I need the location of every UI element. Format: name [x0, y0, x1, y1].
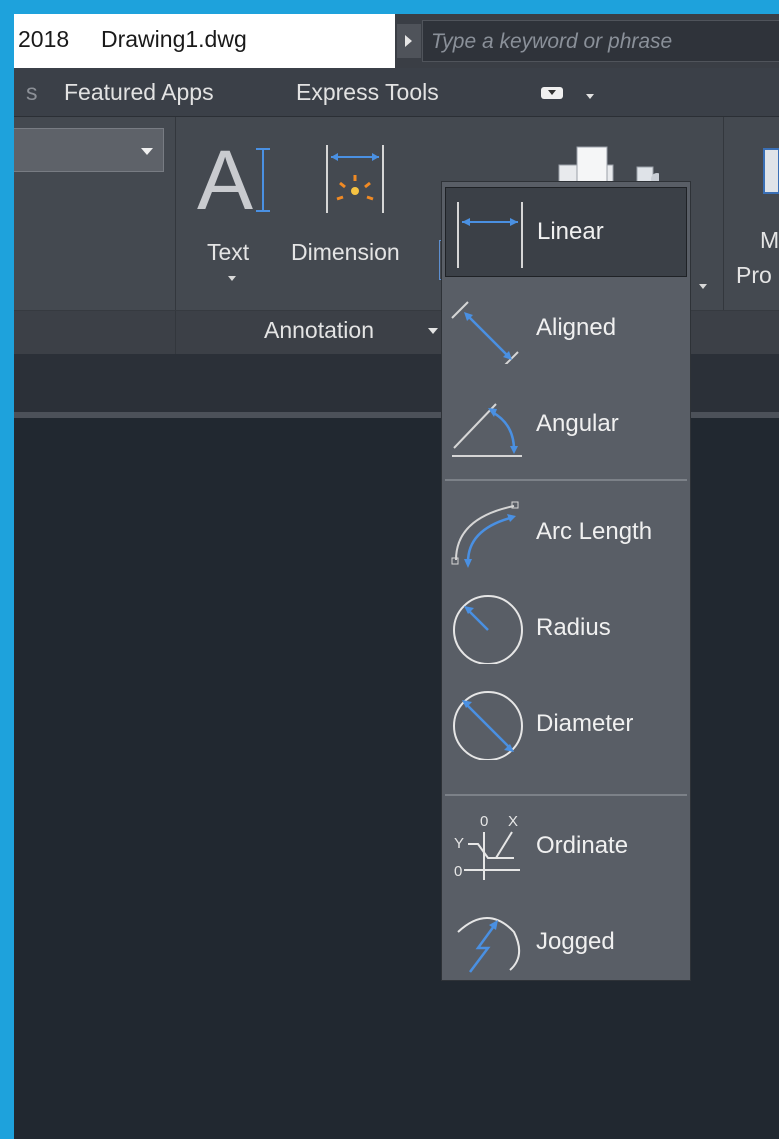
menu-item-label: Linear [537, 218, 604, 245]
menu-item-angular[interactable]: Angular [442, 378, 690, 470]
menu-item-radius[interactable]: Radius [442, 582, 690, 674]
menu-item-ordinate[interactable]: 0 X Y 0 Ordinate [442, 800, 690, 892]
menu-item-label: Jogged [536, 928, 615, 955]
menu-item-aligned[interactable]: Aligned [442, 282, 690, 374]
svg-text:A: A [197, 139, 253, 223]
menu-item-label: Aligned [536, 314, 617, 341]
ribbon-tab-bar: s Featured Apps Express Tools [14, 68, 779, 117]
dimension-dropdown-menu: Linear Aligned Angular Arc Length Radius… [441, 181, 691, 981]
menu-item-jogged[interactable]: Jogged [442, 896, 690, 988]
dimension-button[interactable]: Dimension [291, 239, 400, 266]
text-chevron-down-icon[interactable] [228, 276, 236, 281]
ordinate-x-letter: X [508, 813, 518, 830]
title-area: 2018 Drawing1.dwg [14, 14, 395, 68]
ordinate-y-letter: Y [454, 835, 464, 852]
diameter-dimension-icon [453, 691, 523, 760]
app-version: 2018 [18, 26, 70, 52]
menu-separator [445, 794, 687, 796]
dimension-tool-icon[interactable] [321, 141, 393, 221]
menu-item-label: Ordinate [536, 832, 629, 859]
menu-item-label: Radius [536, 614, 611, 641]
jogged-dimension-icon [457, 917, 521, 973]
search-input[interactable]: Type a keyword or phrase [422, 20, 779, 62]
autocad-window: 2018 Drawing1.dwg Type a keyword or phra… [14, 14, 779, 1139]
layer-combo[interactable] [14, 128, 164, 172]
annotation-expand-chevron-icon[interactable] [428, 328, 438, 334]
tab-featured-apps[interactable]: Featured Apps [64, 79, 214, 106]
chevron-down-icon[interactable] [699, 284, 707, 289]
ordinate-zero-left: 0 [454, 863, 462, 880]
angular-dimension-icon [452, 403, 522, 457]
text-button[interactable]: Text [207, 239, 249, 266]
menu-item-diameter[interactable]: Diameter [442, 678, 690, 770]
multileader-icon[interactable] [762, 147, 779, 195]
menu-item-arc-length[interactable]: Arc Length [442, 486, 690, 578]
aligned-dimension-icon [451, 301, 519, 364]
menu-item-label: Diameter [536, 710, 634, 737]
menu-separator [445, 479, 687, 481]
footer-separator [175, 311, 176, 355]
multileader-label-part1[interactable]: M [760, 227, 779, 254]
search-placeholder: Type a keyword or phrase [431, 30, 673, 53]
tab-express-tools[interactable]: Express Tools [296, 79, 439, 106]
ordinate-zero-top: 0 [480, 813, 488, 830]
text-tool-icon[interactable]: A [197, 139, 273, 223]
linear-dimension-icon [457, 202, 523, 268]
ordinate-dimension-icon: 0 X Y 0 [454, 813, 520, 880]
search-expand-arrow-icon[interactable] [397, 24, 421, 58]
multileader-label-part2[interactable]: Pro [736, 262, 772, 289]
menu-item-linear[interactable]: Linear [445, 187, 687, 277]
title-bar: 2018 Drawing1.dwg Type a keyword or phra… [14, 14, 779, 68]
menu-item-label: Arc Length [536, 518, 653, 545]
document-title: Drawing1.dwg [101, 26, 247, 52]
menu-item-label: Angular [536, 410, 619, 437]
arc-length-dimension-icon [451, 501, 519, 568]
ribbon-display-toggle-icon[interactable] [541, 87, 563, 99]
chevron-down-icon[interactable] [586, 94, 594, 99]
radius-dimension-icon [453, 595, 523, 664]
tab-partial[interactable]: s [26, 79, 38, 106]
annotation-panel-title[interactable]: Annotation [264, 317, 374, 344]
